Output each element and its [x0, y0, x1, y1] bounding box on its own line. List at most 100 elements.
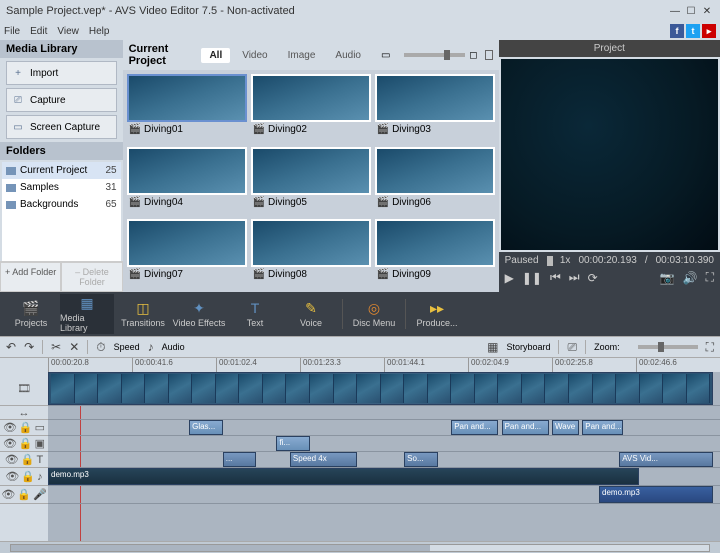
add-folder-button[interactable]: + Add Folder — [0, 262, 61, 292]
snapshot-button[interactable]: 📷 — [660, 271, 675, 285]
close-button[interactable]: ✕ — [700, 5, 714, 17]
preview-screen[interactable] — [501, 59, 718, 250]
transition-track[interactable] — [48, 406, 720, 420]
play-button[interactable]: ▶ — [505, 271, 514, 285]
audio2-track-header[interactable]: 👁🔒🎤 — [0, 486, 48, 504]
tab-video[interactable]: Video — [234, 48, 275, 63]
redo-button[interactable]: ↷ — [24, 340, 34, 354]
media-library-button[interactable]: ▦Media Library — [60, 294, 114, 334]
thumbnail[interactable] — [375, 219, 495, 267]
folder-row[interactable]: Current Project25 — [2, 162, 121, 179]
thumbnail-cell[interactable]: 🎬Diving05 — [251, 147, 371, 216]
delete-button[interactable]: ✕ — [69, 340, 79, 354]
thumbnail[interactable] — [375, 74, 495, 122]
delete-folder-button[interactable]: – Delete Folder — [61, 262, 122, 292]
thumbnail[interactable] — [127, 147, 247, 195]
prev-frame-button[interactable]: ⏮ — [550, 270, 561, 285]
thumbnail[interactable] — [251, 74, 371, 122]
thumbnail-cell[interactable]: 🎬Diving04 — [127, 147, 247, 216]
thumbnail[interactable] — [251, 219, 371, 267]
zoom-out-icon[interactable]: ▭ — [381, 50, 390, 61]
timeline-track[interactable]: Glas...Pan and...Pan and...WavePan and..… — [48, 420, 720, 436]
thumbnail-cell[interactable]: 🎬Diving03 — [375, 74, 495, 143]
thumbnail-cell[interactable]: 🎬Diving06 — [375, 147, 495, 216]
storyboard-button[interactable]: Storyboard — [506, 342, 550, 352]
overlay-track-header[interactable]: 👁🔒▣ — [0, 436, 48, 452]
grid-view-icon[interactable] — [485, 50, 493, 60]
timeline-clip[interactable]: Pan and... — [582, 420, 622, 435]
facebook-icon[interactable]: f — [670, 24, 684, 38]
transitions-button[interactable]: ◫Transitions — [116, 294, 170, 334]
text-button[interactable]: TText — [228, 294, 282, 334]
thumbnail-cell[interactable]: 🎬Diving01 — [127, 74, 247, 143]
timeline-clip[interactable]: Pan and... — [502, 420, 549, 435]
twitter-icon[interactable]: t — [686, 24, 700, 38]
thumbnail[interactable] — [375, 147, 495, 195]
timeline-clip[interactable]: Wave — [552, 420, 579, 435]
timeline-clip[interactable]: AVS Vid... — [619, 452, 713, 467]
audio-button[interactable]: Audio — [162, 342, 185, 352]
minimize-button[interactable]: — — [668, 5, 682, 17]
audio-clip[interactable]: demo.mp3 — [599, 486, 713, 503]
menu-help[interactable]: Help — [89, 26, 110, 37]
tab-image[interactable]: Image — [280, 48, 324, 63]
transition-track-header[interactable]: ↔ — [0, 406, 48, 420]
thumbnail-cell[interactable]: 🎬Diving07 — [127, 219, 247, 288]
menu-view[interactable]: View — [57, 26, 79, 37]
timeline-clip[interactable]: Pan and... — [451, 420, 498, 435]
timeline-clip[interactable]: fi... — [276, 436, 310, 451]
menu-edit[interactable]: Edit — [30, 26, 47, 37]
timeline-track[interactable]: ... Speed 4x So... AVS Vid... — [48, 452, 720, 468]
video-track[interactable] — [48, 372, 720, 406]
timeline-track[interactable]: fi... — [48, 436, 720, 452]
menu-file[interactable]: File — [4, 26, 20, 37]
volume-button[interactable]: 🔊 — [683, 271, 698, 285]
folder-row[interactable]: Samples31 — [2, 179, 121, 196]
thumbnail[interactable] — [127, 74, 247, 122]
timeline-clip[interactable]: Speed 4x — [290, 452, 357, 467]
thumbnail-cell[interactable]: 🎬Diving02 — [251, 74, 371, 143]
time-ruler[interactable]: 00:00:20.800:00:41.600:01:02.400:01:23.3… — [0, 358, 720, 372]
mixer-icon[interactable]: ⎚ — [567, 340, 577, 355]
timeline-body[interactable]: Glas...Pan and...Pan and...WavePan and..… — [48, 372, 720, 541]
maximize-button[interactable]: ☐ — [684, 5, 698, 17]
disc-menu-button[interactable]: ◎Disc Menu — [347, 294, 401, 334]
projects-button[interactable]: 🎬Projects — [4, 294, 58, 334]
undo-button[interactable]: ↶ — [6, 340, 16, 354]
thumbnail-cell[interactable]: 🎬Diving08 — [251, 219, 371, 288]
tab-all[interactable]: All — [201, 48, 230, 63]
timeline-clip[interactable]: So... — [404, 452, 438, 467]
audio1-track-header[interactable]: 👁🔒♪ — [0, 468, 48, 486]
folder-row[interactable]: Backgrounds65 — [2, 196, 121, 213]
fit-button[interactable]: ⛶ — [706, 340, 714, 355]
voice-button[interactable]: ✎Voice — [284, 294, 338, 334]
thumbnail-cell[interactable]: 🎬Diving09 — [375, 219, 495, 288]
audio-clip[interactable]: demo.mp3 — [48, 468, 639, 485]
capture-button[interactable]: ⎚Capture — [6, 88, 117, 112]
thumbnail[interactable] — [127, 219, 247, 267]
thumbnail[interactable] — [251, 147, 371, 195]
video-effects-button[interactable]: ✦Video Effects — [172, 294, 226, 334]
effects-track-header[interactable]: 👁🔒▭ — [0, 420, 48, 436]
timeline-zoom-slider[interactable] — [638, 345, 698, 349]
youtube-icon[interactable]: ▸ — [702, 24, 716, 38]
tab-audio[interactable]: Audio — [327, 48, 369, 63]
speed-button[interactable]: Speed — [114, 342, 140, 352]
thumbnail-zoom-slider[interactable] — [404, 53, 465, 57]
seek-bar[interactable] — [547, 259, 552, 263]
timeline-clip[interactable]: ... — [223, 452, 257, 467]
stop-button[interactable]: ⟳ — [588, 271, 598, 285]
timeline-scrollbar[interactable] — [0, 541, 720, 553]
video-track-header[interactable]: 🎞 — [0, 372, 48, 406]
produce--button[interactable]: ▸▸Produce... — [410, 294, 464, 334]
next-frame-button[interactable]: ⏭ — [569, 270, 580, 285]
pause-button[interactable]: ❚❚ — [522, 271, 542, 285]
cut-button[interactable]: ✂ — [51, 340, 61, 354]
timeline-clip[interactable]: Glas... — [189, 420, 223, 435]
import-button[interactable]: +Import — [6, 61, 117, 85]
audio-track-1[interactable]: demo.mp3 — [48, 468, 720, 486]
zoom-in-icon[interactable]: ◻ — [469, 50, 477, 61]
fullscreen-button[interactable]: ⛶ — [706, 270, 714, 285]
screen-capture-button[interactable]: ▭Screen Capture — [6, 115, 117, 139]
audio-track-2[interactable]: demo.mp3 — [48, 486, 720, 504]
